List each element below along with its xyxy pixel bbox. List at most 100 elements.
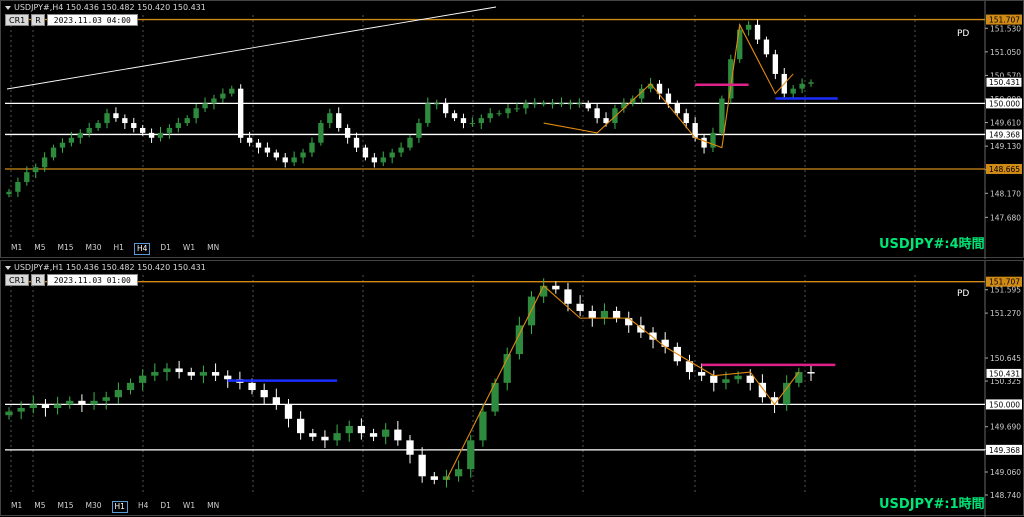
h4-candle-body (86, 127, 92, 133)
h1-candle-body (284, 404, 293, 419)
timeframe-button-h4[interactable]: H4 (133, 243, 151, 255)
h1-candle-body (126, 382, 135, 391)
h1-level-label-3: 149.368 (989, 446, 1020, 455)
h1-timeframe-bar: M1 M5 M15 M30 H1 H4 D1 W1 MN (9, 501, 221, 513)
h1-chart-header: USDJPY#,H1 150.436 150.482 150.420 150.4… (5, 263, 206, 272)
h1-candle-body (418, 454, 426, 477)
h1-candle-body (102, 397, 110, 401)
cr1-button[interactable]: CR1 (5, 274, 30, 286)
r-button[interactable]: R (31, 14, 45, 26)
h1-candle-body (552, 285, 560, 290)
h1-candle-body (479, 411, 487, 441)
h1-candle-body (406, 440, 414, 455)
h4-candle-body (344, 127, 351, 138)
timeframe-button-h4[interactable]: H4 (136, 501, 150, 513)
h4-candle-body (184, 118, 190, 124)
h1-candle-body (66, 400, 74, 405)
h4-candle-body (505, 108, 511, 114)
dropdown-icon[interactable] (5, 5, 11, 10)
h1-candle-body (722, 379, 730, 383)
h4-candle-body (728, 59, 734, 99)
h4-candle-body (532, 103, 538, 105)
h4-candle-body (291, 157, 297, 163)
h1-chart-canvas[interactable]: 151.595151.270150.645150.325149.690149.3… (1, 261, 1024, 517)
h1-candle-body (17, 408, 25, 412)
timeframe-button-d1[interactable]: D1 (158, 501, 173, 513)
h4-chart-panel[interactable]: 151.530151.050150.570150.090149.610149.1… (0, 0, 1024, 259)
timeframe-button-m30[interactable]: M30 (84, 243, 104, 255)
timeframe-button-d1[interactable]: D1 (158, 243, 173, 255)
timeframe-button-m15[interactable]: M15 (56, 501, 76, 513)
h4-candle-body (15, 181, 21, 192)
h4-candle-body (425, 103, 431, 124)
h4-level-label-2: 150.000 (989, 99, 1020, 108)
timeframe-button-w1[interactable]: W1 (181, 501, 197, 513)
cr1-button[interactable]: CR1 (5, 14, 30, 26)
h4-candle-body (451, 113, 458, 119)
h4-candle-body (665, 93, 672, 104)
timeframe-button-m5[interactable]: M5 (32, 501, 47, 513)
h4-candle-body (514, 108, 520, 110)
h1-candle-body (588, 310, 596, 319)
h4-level-label-0: 151.707 (989, 16, 1020, 25)
r-button[interactable]: R (31, 274, 45, 286)
h4-candle-body (371, 157, 378, 163)
h4-candle-body (131, 123, 137, 128)
h4-tick-label-5: 149.130 (990, 142, 1021, 151)
h1-candle-body (199, 372, 208, 376)
h4-candle-body (478, 118, 484, 124)
h4-level-label-4: 148.665 (989, 165, 1020, 174)
timeframe-button-m5[interactable]: M5 (32, 243, 47, 255)
h4-candle-body (211, 98, 217, 104)
timeframe-button-m1[interactable]: M1 (9, 243, 24, 255)
h4-candle-body (33, 167, 39, 173)
h1-chart-panel[interactable]: 151.595151.270150.645150.325149.690149.3… (0, 260, 1024, 517)
h1-candle-body (564, 289, 572, 304)
h1-candle-body (697, 372, 706, 376)
h1-candle-body (382, 429, 390, 437)
timeframe-button-m15[interactable]: M15 (56, 243, 76, 255)
h4-candle-body (193, 108, 199, 119)
h4-candle-body (104, 113, 110, 124)
h4-level-label-1: 150.431 (989, 78, 1020, 87)
h1-candle-body (467, 440, 475, 470)
timeframe-button-h1[interactable]: H1 (112, 243, 126, 255)
h4-candle-body (220, 93, 226, 99)
h4-candle-body (630, 98, 636, 104)
h4-candle-body (318, 123, 324, 143)
h1-candle-body (746, 375, 754, 383)
timeframe-button-mn[interactable]: MN (205, 243, 221, 255)
timeframe-button-h1[interactable]: H1 (111, 501, 128, 513)
h4-tick-label-7: 148.170 (990, 189, 1021, 198)
timeframe-button-m1[interactable]: M1 (9, 501, 24, 513)
h4-candle-body (246, 137, 253, 143)
h4-candle-body (139, 127, 146, 133)
h4-candle-body (434, 103, 440, 105)
h1-candle-body (321, 436, 329, 441)
h1-datetime: 2023.11.03 01:00 (46, 274, 138, 286)
timeframe-button-mn[interactable]: MN (205, 501, 221, 513)
h4-candle-body (442, 103, 449, 114)
h1-candle-body (90, 400, 98, 405)
h1-candle-body (78, 400, 86, 405)
h4-candle-body (50, 147, 57, 158)
h1-candle-body (394, 429, 402, 441)
h4-candle-body (585, 103, 591, 109)
h4-candle-body (255, 142, 262, 148)
h4-candle-body (799, 83, 805, 89)
h4-candle-body (460, 118, 467, 124)
h1-candle-body (807, 372, 815, 374)
h4-candle-body (469, 123, 476, 125)
h4-chart-canvas[interactable]: 151.530151.050150.570150.090149.610149.1… (1, 1, 1024, 259)
h1-candle-body (783, 382, 791, 405)
timeframe-button-m30[interactable]: M30 (84, 501, 104, 513)
h1-candle-body (600, 310, 609, 319)
h1-tick-label-0: 151.595 (990, 286, 1021, 295)
h4-candle-body (353, 137, 360, 148)
h4-candle-body (540, 103, 547, 105)
h4-candle-body (95, 123, 101, 128)
h4-tick-label-8: 147.680 (990, 213, 1021, 222)
timeframe-button-w1[interactable]: W1 (181, 243, 197, 255)
dropdown-icon[interactable] (5, 265, 11, 270)
h1-candle-body (369, 433, 378, 437)
